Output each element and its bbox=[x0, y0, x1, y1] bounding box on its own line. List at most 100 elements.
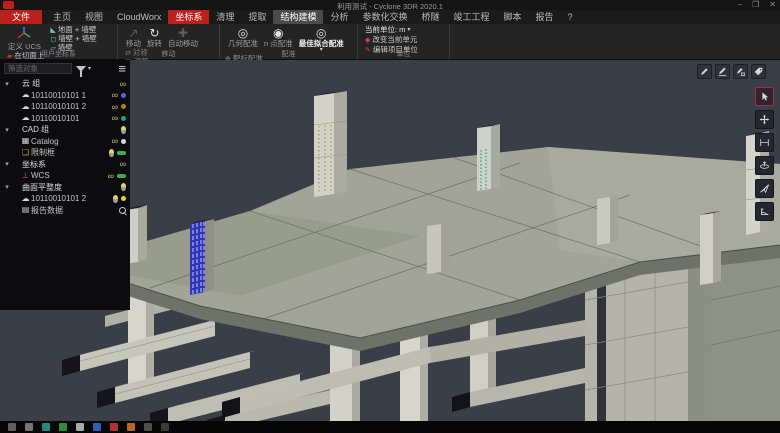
light-bulb-icon[interactable] bbox=[121, 183, 126, 191]
minimize-button[interactable]: – bbox=[738, 0, 742, 10]
close-button[interactable]: ✕ bbox=[769, 0, 776, 10]
tree-row-报告数据[interactable]: ▤ 报告数据 bbox=[0, 205, 130, 217]
tab-结构建模[interactable]: 结构建模 bbox=[273, 10, 323, 24]
ribbon: 定义 UCS ◣地面 + 墙壁 ◻墙壁 + 墙壁 ▱墙壁 ▰在切面上 ∴2 点 … bbox=[0, 24, 780, 60]
ground-wall-icon: ◣ bbox=[50, 27, 55, 34]
box-icon: ❏ bbox=[20, 148, 31, 158]
tab-报告[interactable]: 报告 bbox=[529, 10, 561, 24]
pan-button[interactable] bbox=[755, 110, 774, 129]
tab-?[interactable]: ? bbox=[561, 10, 580, 24]
tab-脚本[interactable]: 脚本 bbox=[497, 10, 529, 24]
tree-row-云 组[interactable]: ▾ 云 组 ∞ bbox=[0, 78, 130, 90]
fly-icon bbox=[759, 183, 770, 194]
tab-CloudWorx[interactable]: CloudWorx bbox=[110, 10, 168, 24]
visibility-glasses-icon[interactable]: ∞ bbox=[120, 80, 126, 88]
color-dot[interactable] bbox=[121, 93, 126, 98]
visibility-glasses-icon[interactable]: ∞ bbox=[108, 172, 114, 180]
define-ucs-button[interactable]: 定义 UCS bbox=[8, 26, 41, 51]
tree-row-10110010101[interactable]: ☁ 10110010101 ∞ bbox=[0, 113, 130, 125]
taskbar-app-icon-8[interactable] bbox=[144, 423, 152, 431]
tab-桥隧[interactable]: 桥隧 bbox=[415, 10, 447, 24]
light-bulb-icon[interactable] bbox=[109, 149, 114, 157]
ribbon-group-units: 当前单位: m▾ ◆改变当前单元 ✎编辑项目单位 单位 bbox=[358, 24, 450, 59]
tab-竣工工程[interactable]: 竣工工程 bbox=[447, 10, 497, 24]
visibility-glasses-icon[interactable]: ∞ bbox=[120, 160, 126, 168]
旋转-button[interactable]: ↻旋转 bbox=[147, 26, 162, 48]
annotation-edit-button[interactable] bbox=[715, 64, 730, 79]
annotation-pen-button[interactable] bbox=[697, 64, 712, 79]
tree-row-10110010101 1[interactable]: ☁ 10110010101 1 ∞ bbox=[0, 90, 130, 102]
cloud-icon: ☁ bbox=[20, 194, 31, 204]
align-item-button[interactable]: ◎几何配准 bbox=[228, 26, 258, 48]
tree-row-曲面平整度[interactable]: ▾ 曲面平整度 bbox=[0, 182, 130, 194]
tree-expander[interactable]: ▾ bbox=[3, 160, 11, 168]
arrow-icon: ↗ bbox=[128, 26, 138, 40]
taskbar-app-icon-6[interactable] bbox=[110, 423, 118, 431]
自动移动-button[interactable]: ✚自动移动 bbox=[168, 26, 198, 48]
annotation-edit-icon bbox=[717, 66, 728, 77]
filter-icon[interactable] bbox=[76, 66, 86, 72]
visibility-glasses-icon[interactable]: ∞ bbox=[112, 91, 118, 99]
taskbar-app-icon-4[interactable] bbox=[76, 423, 84, 431]
orbit-button[interactable] bbox=[755, 156, 774, 175]
tree-row-Catalog[interactable]: ▦ Catalog ∞ bbox=[0, 136, 130, 148]
taskbar-app-icon-2[interactable] bbox=[42, 423, 50, 431]
taskbar-app-icon-0[interactable] bbox=[8, 423, 16, 431]
title-bar: 利用测试 - Cyclone 3DR 2020.1 – ❐ ✕ bbox=[0, 0, 780, 10]
tab-bar: 文件主页视图CloudWorx坐标系清理提取结构建模分析参数化交换桥隧竣工工程脚… bbox=[0, 10, 780, 24]
tree-row-限制框[interactable]: ❏ 限制框 bbox=[0, 147, 130, 159]
alignment-pin-icon: ◎ bbox=[316, 26, 326, 40]
select-cursor-button[interactable] bbox=[755, 87, 774, 106]
ucs-ground-wall-button[interactable]: ◣地面 + 墙壁 bbox=[50, 26, 96, 34]
tree-row-坐标系[interactable]: ▾ 坐标系 ∞ bbox=[0, 159, 130, 171]
restore-button[interactable]: ❐ bbox=[752, 0, 759, 10]
visibility-glasses-icon[interactable]: ∞ bbox=[112, 137, 118, 145]
tree-row-CAD 组[interactable]: ▾ CAD 组 bbox=[0, 124, 130, 136]
tab-提取[interactable]: 提取 bbox=[241, 10, 273, 24]
cloud-icon: ☁ bbox=[20, 113, 31, 123]
tree-expander[interactable]: ▾ bbox=[3, 80, 11, 88]
filter-caret-icon[interactable]: ▾ bbox=[88, 65, 91, 72]
tree-row-10110010101 2[interactable]: ☁ 10110010101 2 ∞ bbox=[0, 101, 130, 113]
taskbar-app-icon-9[interactable] bbox=[161, 423, 169, 431]
tab-坐标系[interactable]: 坐标系 bbox=[168, 10, 209, 24]
filter-objects-input[interactable] bbox=[4, 63, 72, 74]
color-dot[interactable] bbox=[121, 139, 126, 144]
color-dot[interactable] bbox=[121, 116, 126, 121]
tab-分析[interactable]: 分析 bbox=[323, 10, 355, 24]
light-bulb-icon[interactable] bbox=[113, 195, 118, 203]
tab-参数化交换[interactable]: 参数化交换 bbox=[355, 10, 414, 24]
annotation-pen-icon bbox=[699, 66, 710, 77]
toggle-pill[interactable] bbox=[117, 151, 126, 155]
visibility-glasses-icon[interactable]: ∞ bbox=[112, 103, 118, 111]
tree-row-10110010101 2[interactable]: ☁ 10110010101 2 bbox=[0, 193, 130, 205]
tag-button[interactable] bbox=[751, 64, 766, 79]
align-item-button[interactable]: ◉n 点配准 bbox=[264, 26, 293, 48]
walk-button[interactable] bbox=[755, 202, 774, 221]
light-bulb-icon[interactable] bbox=[121, 126, 126, 134]
tree-row-WCS[interactable]: ⊥ WCS ∞ bbox=[0, 170, 130, 182]
magnifier-icon[interactable] bbox=[119, 207, 126, 214]
change-current-unit-button[interactable]: ◆改变当前单元 bbox=[365, 36, 418, 44]
taskbar-app-icon-5[interactable] bbox=[93, 423, 101, 431]
panel-menu-icon[interactable]: ≡ bbox=[118, 64, 126, 74]
visibility-glasses-icon[interactable]: ∞ bbox=[112, 114, 118, 122]
align-item-button[interactable]: ◎最佳拟合配准▾ bbox=[299, 26, 344, 53]
taskbar-app-icon-1[interactable] bbox=[25, 423, 33, 431]
tab-视图[interactable]: 视图 bbox=[78, 10, 110, 24]
移动-button[interactable]: ↗移动 bbox=[126, 26, 141, 48]
fly-button[interactable] bbox=[755, 179, 774, 198]
tab-主页[interactable]: 主页 bbox=[46, 10, 78, 24]
color-dot[interactable] bbox=[121, 104, 126, 109]
taskbar-app-icon-3[interactable] bbox=[59, 423, 67, 431]
color-dot[interactable] bbox=[121, 196, 126, 201]
tree-expander[interactable]: ▾ bbox=[3, 183, 11, 191]
ucs-wall-wall-button[interactable]: ◻墙壁 + 墙壁 bbox=[50, 35, 96, 43]
tab-清理[interactable]: 清理 bbox=[209, 10, 241, 24]
toggle-pill[interactable] bbox=[117, 174, 126, 178]
tree-expander[interactable]: ▾ bbox=[3, 126, 11, 134]
annotation-erase-button[interactable] bbox=[733, 64, 748, 79]
tab-文件[interactable]: 文件 bbox=[0, 10, 42, 24]
taskbar-app-icon-7[interactable] bbox=[127, 423, 135, 431]
measure-button[interactable] bbox=[755, 133, 774, 152]
